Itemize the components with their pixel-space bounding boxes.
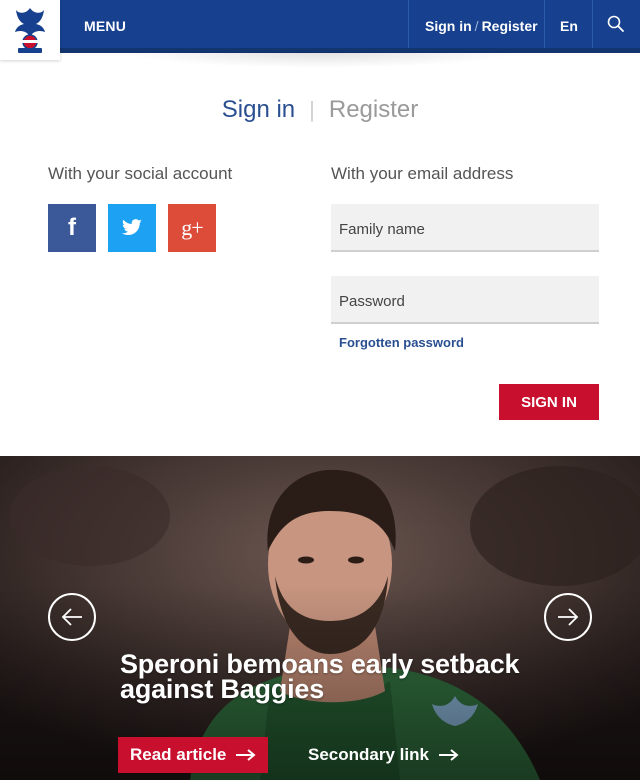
arrow-right-icon — [438, 749, 459, 761]
carousel-prev-button[interactable] — [48, 593, 96, 641]
tab-separator: | — [309, 97, 315, 122]
nav-signin-link[interactable]: Sign in — [425, 18, 472, 34]
secondary-link-label: Secondary link — [308, 745, 429, 764]
nav-register-link[interactable]: Register — [482, 18, 538, 34]
forgotten-password-link[interactable]: Forgotten password — [339, 335, 464, 350]
google-plus-icon: g+ — [181, 215, 203, 240]
club-logo[interactable] — [0, 0, 60, 60]
email-heading: With your email address — [331, 164, 514, 183]
hero-headline[interactable]: Speroni bemoans early setback against Ba… — [120, 651, 590, 703]
tab-register[interactable]: Register — [329, 96, 418, 123]
menu-button[interactable]: MENU — [84, 18, 126, 34]
nav-divider — [408, 0, 409, 48]
auth-tabs: Sign in | Register — [0, 96, 640, 124]
nav-divider — [592, 0, 593, 48]
nav-separator: / — [474, 18, 479, 34]
carousel-next-button[interactable] — [544, 593, 592, 641]
search-button[interactable] — [606, 14, 626, 34]
twitter-login-button[interactable] — [108, 204, 156, 252]
arrow-right-icon — [558, 608, 579, 626]
family-name-field[interactable] — [331, 204, 599, 252]
language-selector[interactable]: En — [560, 18, 578, 34]
read-article-label: Read article — [130, 745, 227, 764]
hero-carousel: Speroni bemoans early setback against Ba… — [0, 456, 640, 780]
read-article-button[interactable]: Read article — [118, 737, 268, 773]
twitter-icon — [122, 219, 142, 236]
club-crest-icon — [15, 8, 45, 53]
social-heading: With your social account — [48, 164, 233, 183]
nav-divider — [544, 0, 545, 48]
arrow-right-icon — [236, 749, 256, 761]
tab-signin[interactable]: Sign in — [222, 96, 295, 123]
password-field[interactable] — [331, 276, 599, 324]
signin-register-nav: Sign in / Register — [425, 18, 538, 34]
search-icon — [607, 15, 624, 32]
google-plus-login-button[interactable]: g+ — [168, 204, 216, 252]
header-shadow — [120, 52, 520, 68]
facebook-icon: f — [68, 214, 76, 241]
signin-submit-button[interactable]: SIGN IN — [499, 384, 599, 420]
facebook-login-button[interactable]: f — [48, 204, 96, 252]
arrow-left-icon — [61, 608, 82, 626]
secondary-link[interactable]: Secondary link — [308, 745, 459, 765]
